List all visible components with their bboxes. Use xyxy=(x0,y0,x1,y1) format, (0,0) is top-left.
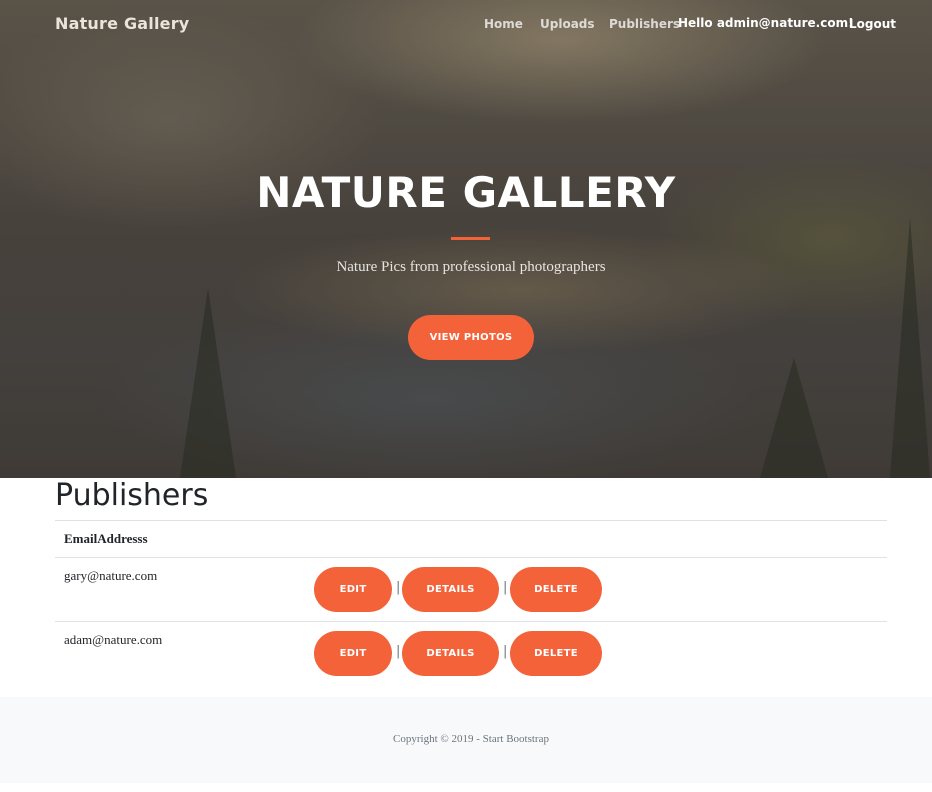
delete-button[interactable]: DELETE xyxy=(510,567,602,612)
publisher-email: gary@nature.com xyxy=(64,568,158,583)
delete-button[interactable]: DELETE xyxy=(510,631,602,676)
view-photos-button[interactable]: VIEW PHOTOS xyxy=(408,315,534,360)
details-button[interactable]: DETAILS xyxy=(402,631,499,676)
hero-subtitle: Nature Pics from professional photograph… xyxy=(336,259,606,275)
table-border xyxy=(55,557,887,558)
column-header-email: EmailAddresss xyxy=(64,531,148,546)
table-border xyxy=(55,520,887,521)
nav-user-greeting[interactable]: Hello admin@nature.com! xyxy=(678,16,854,30)
navbar-brand[interactable]: Nature Gallery xyxy=(55,14,189,33)
nav-link-uploads[interactable]: Uploads xyxy=(540,17,595,31)
footer: Copyright © 2019 - Start Bootstrap xyxy=(0,697,932,783)
details-button[interactable]: DETAILS xyxy=(402,567,499,612)
page-title: Publishers xyxy=(55,478,209,513)
copyright-text: Copyright © 2019 - Start Bootstrap xyxy=(393,733,549,745)
nav-link-publishers[interactable]: Publishers xyxy=(609,17,680,31)
nav-link-home[interactable]: Home xyxy=(484,17,523,31)
hero-divider xyxy=(451,237,490,240)
hero-title: NATURE GALLERY xyxy=(256,168,676,217)
table-border xyxy=(55,621,887,622)
hero-section: Nature Gallery Home Uploads Publishers H… xyxy=(0,0,932,478)
button-separator: | xyxy=(503,644,508,659)
edit-button[interactable]: EDIT xyxy=(314,567,392,612)
button-separator: | xyxy=(503,580,508,595)
publisher-email: adam@nature.com xyxy=(64,632,163,647)
edit-button[interactable]: EDIT xyxy=(314,631,392,676)
nav-link-logout[interactable]: Logout xyxy=(849,17,896,31)
button-separator: | xyxy=(396,644,401,659)
button-separator: | xyxy=(396,580,401,595)
